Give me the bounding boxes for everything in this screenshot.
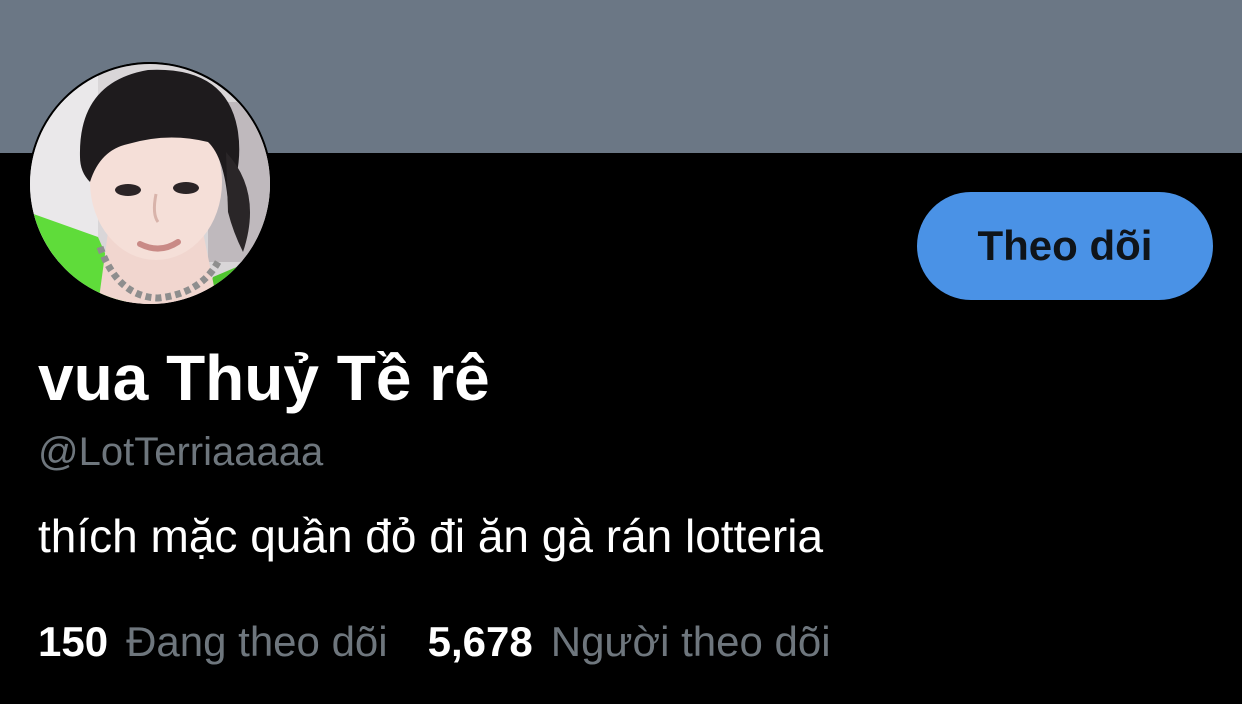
- display-name: vua Thuỷ Tề rê: [38, 342, 490, 414]
- user-handle: @LotTerriaaaaa: [38, 430, 324, 474]
- following-label: Đang theo dõi: [126, 618, 388, 665]
- followers-label: Người theo dõi: [550, 618, 831, 665]
- profile-header: Theo dõi vua Thuỷ Tề rê @LotTerriaaaaa t…: [0, 0, 1242, 704]
- followers-link[interactable]: 5,678 Người theo dõi: [428, 614, 831, 670]
- avatar[interactable]: [28, 62, 272, 306]
- profile-bio: thích mặc quần đỏ đi ăn gà rán lotteria: [38, 510, 824, 562]
- followers-count: 5,678: [427, 618, 533, 665]
- profile-stats: 150 Đang theo dõi 5,678 Người theo dõi: [38, 614, 831, 670]
- avatar-photo: [28, 62, 272, 306]
- following-link[interactable]: 150 Đang theo dõi: [38, 614, 388, 670]
- follow-button[interactable]: Theo dõi: [917, 192, 1213, 300]
- following-count: 150: [38, 618, 109, 665]
